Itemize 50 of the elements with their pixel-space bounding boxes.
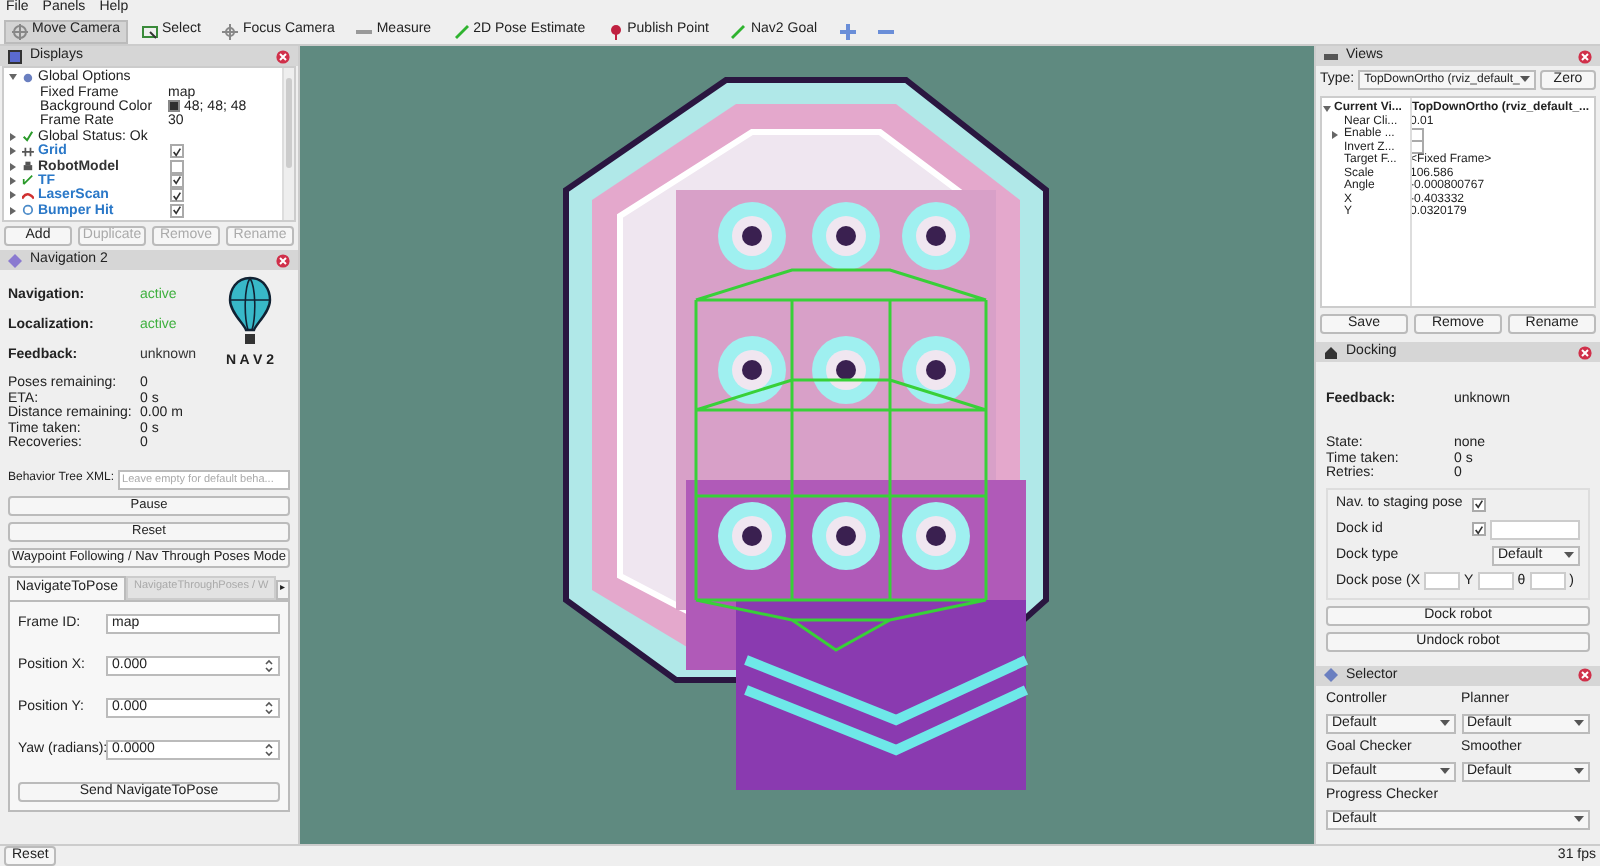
pose-y-field[interactable] — [1477, 572, 1514, 591]
bumper-icon — [22, 204, 34, 217]
pose-theta-field[interactable] — [1529, 572, 1566, 591]
expand-arrow-icon[interactable] — [8, 175, 18, 186]
options-icon — [22, 71, 34, 84]
spin-arrows-icon — [264, 699, 274, 716]
close-icon[interactable] — [1578, 345, 1592, 359]
panel-icon — [8, 253, 22, 267]
expand-arrow-icon[interactable] — [8, 146, 18, 157]
caret-icon — [1574, 767, 1584, 776]
pin-icon — [607, 23, 624, 39]
plus-icon — [839, 23, 856, 39]
scrollbar[interactable] — [282, 68, 294, 220]
checkbox[interactable] — [170, 188, 184, 203]
balloon-logo-icon — [228, 276, 272, 348]
checkbox[interactable] — [170, 159, 184, 174]
caret-icon — [1574, 719, 1584, 728]
pose-x-field[interactable] — [1424, 572, 1461, 591]
expand-arrow-icon[interactable] — [8, 72, 18, 83]
checkbox[interactable] — [170, 144, 184, 159]
spin-arrows-icon — [264, 741, 274, 758]
checkbox[interactable] — [1472, 522, 1486, 537]
checkbox[interactable] — [170, 203, 184, 218]
focus-icon — [222, 23, 239, 39]
grid-icon — [22, 145, 34, 158]
expand-arrow-icon[interactable] — [1322, 103, 1332, 114]
panel-icon — [8, 49, 22, 63]
caret-icon — [1520, 76, 1530, 84]
close-icon[interactable] — [1578, 49, 1592, 63]
expand-arrow-icon[interactable] — [1330, 129, 1340, 140]
spin-arrows-icon — [264, 657, 274, 674]
panel-icon — [1324, 345, 1338, 359]
checkbox[interactable] — [1472, 497, 1486, 512]
expand-arrow-icon[interactable] — [8, 205, 18, 216]
expand-arrow-icon[interactable] — [8, 161, 18, 172]
close-icon[interactable] — [276, 49, 290, 63]
expand-arrow-icon[interactable] — [8, 190, 18, 201]
caret-icon — [1564, 551, 1574, 560]
dock-id-field[interactable] — [1490, 519, 1580, 540]
expand-arrow-icon[interactable] — [8, 131, 18, 142]
close-icon[interactable] — [1578, 668, 1592, 683]
caret-icon — [1439, 767, 1449, 776]
panel-icon — [1324, 668, 1338, 683]
caret-icon — [1439, 719, 1449, 728]
status-icon — [22, 130, 34, 143]
robot-icon — [22, 160, 34, 173]
close-icon[interactable] — [276, 253, 290, 267]
select-icon — [141, 23, 158, 39]
laser-icon — [22, 189, 34, 202]
caret-icon — [1574, 815, 1584, 824]
